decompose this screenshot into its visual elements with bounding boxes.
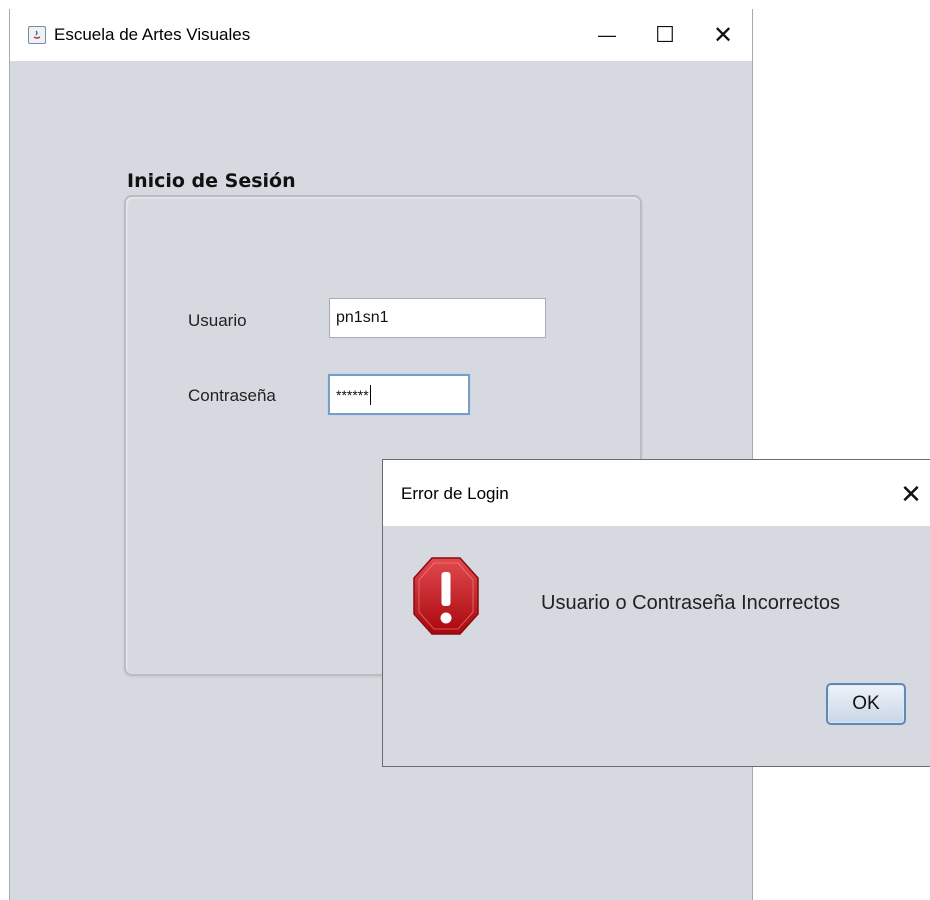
password-label: Contraseña <box>188 386 276 405</box>
minimize-icon: — <box>598 24 616 45</box>
close-icon: ✕ <box>712 21 734 49</box>
login-group-title: Inicio de Sesión <box>127 170 296 192</box>
close-icon: ✕ <box>900 478 922 509</box>
ok-button[interactable]: OK <box>826 683 906 725</box>
window-titlebar[interactable]: Escuela de Artes Visuales — ☐ ✕ <box>10 9 752 61</box>
error-stop-icon <box>413 557 479 635</box>
maximize-button[interactable]: ☐ <box>636 9 694 61</box>
dialog-title: Error de Login <box>401 484 509 503</box>
ok-button-label: OK <box>852 693 880 714</box>
error-dialog: Error de Login ✕ Usuario o Contraseña In… <box>382 459 930 767</box>
text-caret <box>369 384 371 405</box>
dialog-close-button[interactable]: ✕ <box>889 474 930 514</box>
close-button[interactable]: ✕ <box>694 9 752 61</box>
dialog-titlebar[interactable]: Error de Login ✕ <box>383 460 930 526</box>
user-field[interactable]: pn1sn1 <box>329 298 546 338</box>
user-label: Usuario <box>188 311 247 330</box>
password-field[interactable]: ****** <box>328 374 470 415</box>
password-field-value: ****** <box>336 386 369 403</box>
user-field-value: pn1sn1 <box>336 309 389 326</box>
window-title: Escuela de Artes Visuales <box>54 25 251 44</box>
java-app-icon <box>28 26 46 44</box>
minimize-button[interactable]: — <box>578 9 636 61</box>
maximize-icon: ☐ <box>655 22 675 47</box>
dialog-message: Usuario o Contraseña Incorrectos <box>541 592 841 614</box>
